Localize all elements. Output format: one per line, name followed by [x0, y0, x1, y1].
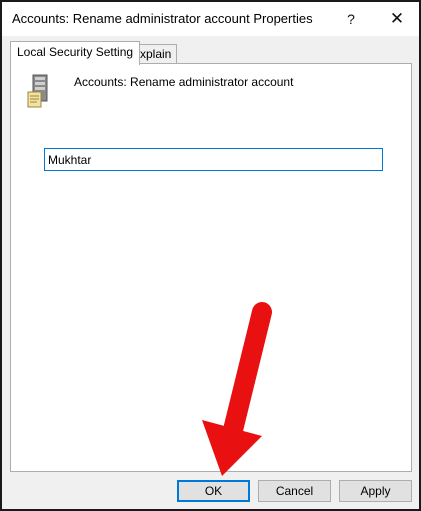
cancel-button[interactable]: Cancel — [258, 480, 331, 502]
server-policy-icon — [27, 74, 48, 108]
policy-name-label: Accounts: Rename administrator account — [74, 75, 294, 89]
tab-local-security-setting[interactable]: Local Security Setting — [10, 41, 141, 65]
account-name-input[interactable] — [44, 148, 383, 171]
dialog-title: Accounts: Rename administrator account P… — [12, 11, 313, 26]
close-button[interactable]: ✕ — [375, 2, 419, 36]
title-bar[interactable]: Accounts: Rename administrator account P… — [2, 2, 419, 36]
tab-panel: Accounts: Rename administrator account — [10, 63, 412, 472]
ok-button[interactable]: OK — [177, 480, 250, 502]
properties-dialog: Accounts: Rename administrator account P… — [0, 0, 421, 511]
apply-button[interactable]: Apply — [339, 480, 412, 502]
help-button[interactable]: ? — [329, 2, 373, 36]
